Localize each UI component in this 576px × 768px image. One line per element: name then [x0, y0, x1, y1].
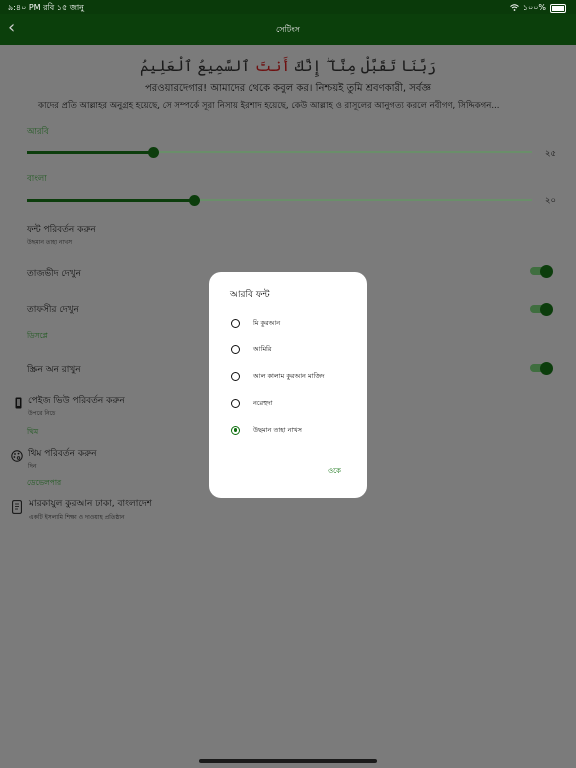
tafsir-toggle[interactable]: [530, 302, 553, 316]
screen-on-toggle[interactable]: [530, 361, 553, 375]
developer-subtitle: একটি ইসলামি শিক্ষা ও দাওয়াহ প্রতিষ্ঠান: [29, 514, 125, 521]
tajweed-title: তাজভীদ দেখুন: [27, 269, 81, 279]
tajweed-toggle[interactable]: [530, 264, 553, 278]
slider-fill: [27, 150, 153, 154]
page-view-subtitle: উপরে নিচে: [28, 410, 56, 417]
palette-icon: [11, 450, 23, 465]
font-option[interactable]: আল কালাম কুরআন মাজিদ: [231, 369, 325, 383]
ok-button[interactable]: ওকে: [328, 465, 341, 477]
arabic-font-dialog: আরবি ফন্ট মি কুরআন আমিরি আল কালাম কুরআন …: [209, 272, 367, 498]
theme-change-subtitle: দিন: [28, 463, 37, 470]
battery-icon: [550, 4, 566, 13]
ayah-explanation: কাদের প্রতি আল্লাহর অনুগ্রহ হয়েছে, সে স…: [38, 101, 500, 111]
radio-button[interactable]: [231, 318, 240, 328]
font-change-subtitle: উছমান তাহা নাখস: [27, 239, 73, 246]
app-bar: ‹ সেটিংস: [0, 14, 576, 45]
toggle-knob: [540, 302, 553, 316]
font-option[interactable]: আমিরি: [231, 342, 272, 356]
page-title: সেটিংস: [276, 25, 300, 34]
slider-knob[interactable]: [189, 195, 200, 206]
arabic-size-value: ২৫: [545, 149, 557, 159]
font-option-label: মি কুরআন: [253, 318, 281, 327]
toggle-knob: [540, 264, 553, 278]
radio-button[interactable]: [231, 344, 240, 354]
radio-button-selected[interactable]: [231, 425, 240, 435]
page-view-title[interactable]: পেইজ ভিউ পরিবর্তন করুন: [28, 393, 125, 408]
ayah-arabic-part: ٱلسَّمِيعُ ٱلْعَلِيمُ: [139, 57, 255, 75]
status-bar: ৯:৪০ PM রবি ১৫ জানু ১০০%: [0, 0, 576, 14]
tafsir-title: তাফসীর দেখুন: [27, 305, 79, 315]
ayah-arabic-part: رَبَّنَا تَقَبَّلْ مِنَّآ ۖ إِنَّكَ: [290, 57, 437, 75]
radio-button[interactable]: [231, 398, 240, 408]
slider-knob[interactable]: [148, 147, 159, 158]
bangla-size-value: ২০: [545, 196, 557, 206]
font-option-label: আমিরি: [253, 344, 272, 353]
phone-icon: [15, 397, 22, 412]
font-option-label: উছমান তাহা নাখস: [253, 425, 302, 434]
section-developer: ডেভেলপার: [27, 478, 62, 487]
theme-change-title[interactable]: থিম পরিবর্তন করুন: [28, 446, 96, 461]
ayah-arabic: رَبَّنَا تَقَبَّلْ مِنَّآ ۖ إِنَّكَ أَنت…: [0, 57, 576, 75]
section-display: ডিসপ্লে: [27, 331, 48, 340]
font-change-title[interactable]: ফন্ট পরিবর্তন করুন: [27, 222, 96, 237]
ayah-arabic-highlight: أَنتَ: [254, 57, 291, 75]
dialog-title: আরবি ফন্ট: [230, 290, 270, 300]
font-option[interactable]: নরেহুদা: [231, 396, 273, 410]
font-option-label: নরেহুদা: [253, 398, 273, 407]
device-icon: [12, 500, 22, 517]
font-option-label: আল কালাম কুরআন মাজিদ: [253, 371, 325, 380]
home-indicator[interactable]: [199, 759, 377, 763]
arabic-size-slider[interactable]: [27, 147, 532, 158]
toggle-knob: [540, 361, 553, 375]
bangla-size-slider[interactable]: [27, 195, 532, 206]
arabic-size-label: আরবি: [27, 127, 49, 137]
developer-title[interactable]: মারকাযুল কুরআন ঢাকা, বাংলাদেশ: [29, 496, 152, 511]
radio-button[interactable]: [231, 371, 240, 381]
slider-fill: [27, 198, 194, 202]
section-theme: থিম: [27, 427, 39, 436]
font-option-selected[interactable]: উছমান তাহা নাখস: [231, 423, 302, 437]
font-option[interactable]: মি কুরআন: [231, 316, 280, 330]
ayah-translation: পরওয়ারদেগার! আমাদের থেকে কবুল কর। নিশ্চ…: [145, 83, 431, 94]
screen-on-title: স্ক্রিন অন রাখুন: [27, 365, 81, 375]
bangla-size-label: বাংলা: [27, 174, 47, 184]
wifi-icon: [509, 4, 519, 13]
